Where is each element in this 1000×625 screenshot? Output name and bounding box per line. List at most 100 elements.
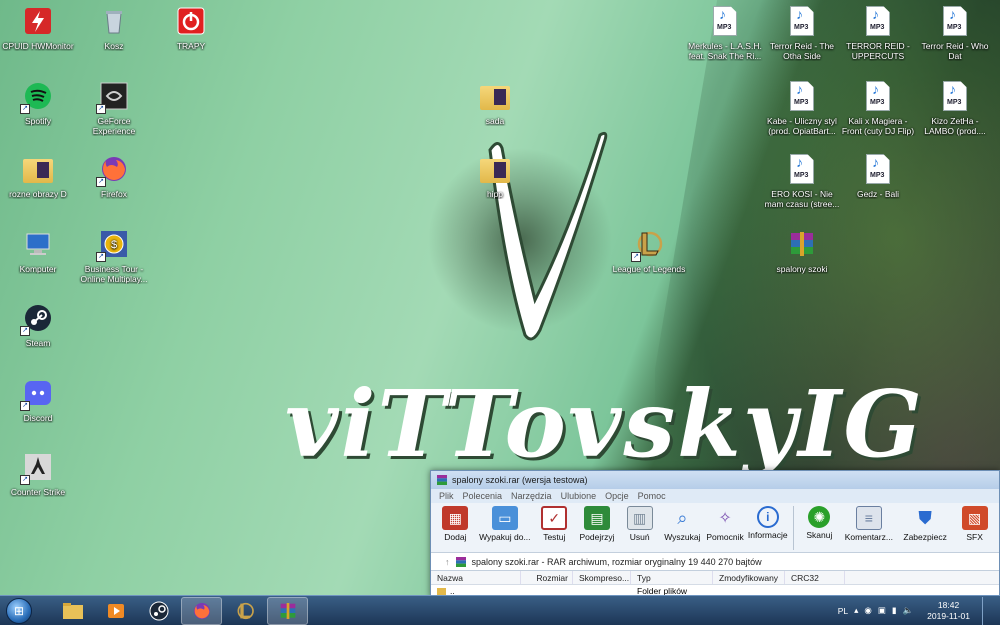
desktop-mp3-file[interactable]: ♪ MP3 Terror Reid - Who Dat (917, 5, 993, 61)
menu-plik[interactable]: Plik (439, 491, 454, 501)
menu-narzedzia[interactable]: Narzędzia (511, 491, 552, 501)
protect-button[interactable]: ⛊ Zabezpiecz (898, 506, 952, 543)
desktop-mp3-file[interactable]: ♪ MP3 Kali x Magiera - Front (cuty DJ Fli… (840, 80, 916, 136)
network-icon[interactable]: ▮ (892, 605, 897, 616)
desktop-icon-label: CPUID HWMonitor (2, 41, 74, 51)
taskbar: ⊞ PL ▴ ◉ ▣ ▮ 🔈 18:42 2019-11-01 (0, 595, 1000, 625)
desktop-icon-steam[interactable]: ↗ Steam (0, 302, 76, 348)
tray-expand-icon[interactable]: ▴ (854, 605, 858, 616)
col-modified[interactable]: Zmodyfikowany (713, 571, 785, 584)
desktop-icon-hwmonitor[interactable]: CPUID HWMonitor (0, 5, 76, 51)
firefox-icon: ↗ (96, 153, 130, 187)
col-size[interactable]: Rozmiar (521, 571, 573, 584)
recycle-bin-icon (98, 5, 130, 37)
test-button[interactable]: ✓ Testuj (534, 506, 575, 542)
language-indicator[interactable]: PL (838, 606, 848, 616)
col-crc[interactable]: CRC32 (785, 571, 845, 584)
folder-icon (437, 587, 446, 595)
col-packed[interactable]: Skompreso... (573, 571, 631, 584)
computer-icon (22, 228, 54, 260)
find-button[interactable]: ⌕ Wyszukaj (662, 506, 703, 543)
taskbar-media-player[interactable] (95, 597, 136, 625)
discord-icon: ↗ (20, 377, 54, 411)
mp3-file-icon: ♪ MP3 (713, 6, 737, 36)
desktop-icon-sada[interactable]: sada (457, 80, 533, 126)
menu-opcje[interactable]: Opcje (605, 491, 629, 501)
toolbar: ▦ Dodaj ▭ Wypakuj do... ✓ Testuj ▤ Podejrzyj… (431, 503, 999, 553)
desktop-mp3-file[interactable]: ♪ MP3 Kabe - Uliczny styl (prod. OpiatBar… (764, 80, 840, 136)
delete-button[interactable]: ▥ Usuń (619, 506, 660, 542)
comment-icon: ≡ (855, 506, 882, 530)
desktop-icon-counter-strike[interactable]: ↗ Counter Strike (0, 451, 76, 497)
desktop-mp3-file[interactable]: ♪ MP3 Gedz - Bali (840, 153, 916, 199)
system-tray: PL ▴ ◉ ▣ ▮ 🔈 18:42 2019-11-01 (838, 596, 1000, 625)
desktop-icon-label: Firefox (101, 189, 127, 199)
scan-button[interactable]: ✺ Skanuj (799, 506, 840, 540)
up-arrow-icon[interactable]: ↑ (445, 557, 450, 567)
taskbar-firefox[interactable] (181, 596, 222, 625)
desktop-mp3-file[interactable]: ♪ MP3 Kizo ZetHa - LAMBO (prod.... (917, 80, 993, 136)
taskbar-league[interactable] (224, 597, 265, 625)
desktop-icon-firefox[interactable]: ↗ Firefox (76, 153, 152, 199)
window-title: spalony szoki.rar (wersja testowa) (452, 475, 588, 485)
league-icon (237, 602, 254, 619)
desktop-icon-spotify[interactable]: ↗ Spotify (0, 80, 76, 126)
volume-icon[interactable]: 🔈 (903, 605, 914, 616)
comment-button[interactable]: ≡ Komentarz... (842, 506, 896, 542)
show-desktop-button[interactable] (982, 596, 992, 625)
desktop-mp3-file[interactable]: ♪ MP3 Terror Reid - The Otha Side (764, 5, 840, 61)
folder-icon (479, 153, 511, 185)
desktop-icon-label: Kabe - Uliczny styl (prod. OpiatBart... (767, 116, 837, 136)
sfx-button[interactable]: ▧ SFX (954, 506, 995, 542)
mp3-file-icon: ♪ MP3 (790, 81, 814, 111)
desktop-icon-league[interactable]: ↗ League of Legends (611, 228, 687, 274)
desktop-icon-hipp[interactable]: hipp (457, 153, 533, 199)
col-type[interactable]: Typ (631, 571, 713, 584)
desktop-icon-label: Counter Strike (10, 487, 66, 497)
steam-tray-icon[interactable]: ◉ (864, 605, 871, 616)
firefox-icon (193, 602, 210, 619)
desktop-mp3-file[interactable]: ♪ MP3 TERROR REID - UPPERCUTS (840, 5, 916, 61)
business-tour-icon: $ ↗ (96, 228, 130, 262)
wizard-button[interactable]: ✧ Pomocnik (705, 506, 746, 542)
folder-icon (22, 153, 54, 185)
desktop-mp3-file[interactable]: ♪ MP3 ERO KOSI - Nie mam czasu (stree... (764, 153, 840, 209)
folder-icon (479, 80, 511, 112)
desktop-icon-label: hipp (486, 189, 504, 199)
delete-bin-icon: ▥ (626, 506, 653, 530)
desktop-icon-spalony-szoki[interactable]: spalony szoki (764, 228, 840, 274)
desktop-icon-discord[interactable]: ↗ Discord (0, 377, 76, 423)
steam-icon: ↗ (20, 302, 54, 336)
clock-date: 2019-11-01 (927, 610, 970, 621)
col-name[interactable]: Nazwa (431, 571, 521, 584)
desktop-icon-label: Kali x Magiera - Front (cuty DJ Flip) (841, 116, 915, 136)
hwmonitor-icon (22, 5, 54, 37)
clock-time: 18:42 (937, 599, 960, 610)
info-button[interactable]: i Informacje (747, 506, 788, 540)
taskbar-winrar[interactable] (267, 596, 308, 625)
desktop-icon-label: Kosz (104, 41, 124, 51)
mp3-file-icon: ♪ MP3 (790, 154, 814, 184)
window-titlebar[interactable]: spalony szoki.rar (wersja testowa) (431, 471, 999, 489)
desktop-icon-kosz[interactable]: Kosz (76, 5, 152, 51)
menu-pomoc[interactable]: Pomoc (638, 491, 666, 501)
sfx-icon: ▧ (961, 506, 988, 530)
desktop-icon-business-tour[interactable]: $ ↗ Business Tour - Online Multiplay... (76, 228, 152, 284)
start-button[interactable]: ⊞ (2, 596, 36, 625)
menu-ulubione[interactable]: Ulubione (561, 491, 597, 501)
desktop-icon-rozne-obrazy[interactable]: rozne obrazy D (0, 153, 76, 199)
extract-to-button[interactable]: ▭ Wypakuj do... (478, 506, 532, 542)
mp3-file-icon: ♪ MP3 (943, 6, 967, 36)
add-button[interactable]: ▦ Dodaj (435, 506, 476, 542)
desktop-icon-komputer[interactable]: Komputer (0, 228, 76, 274)
menu-polecenia[interactable]: Polecenia (463, 491, 503, 501)
desktop-mp3-file[interactable]: ♪ MP3 Merkules - L.A.S.H. feat. Snak The … (687, 5, 763, 61)
desktop-icon-trapy[interactable]: TRAPY (153, 5, 229, 51)
clock[interactable]: 18:42 2019-11-01 (927, 600, 970, 622)
desktop-icon-geforce[interactable]: ↗ GeForce Experience (76, 80, 152, 136)
taskbar-explorer[interactable] (52, 597, 93, 625)
view-button[interactable]: ▤ Podejrzyj (577, 506, 618, 542)
taskbar-steam[interactable] (138, 597, 179, 625)
tray-device-icon[interactable]: ▣ (878, 605, 886, 616)
geforce-icon: ↗ (96, 80, 130, 114)
